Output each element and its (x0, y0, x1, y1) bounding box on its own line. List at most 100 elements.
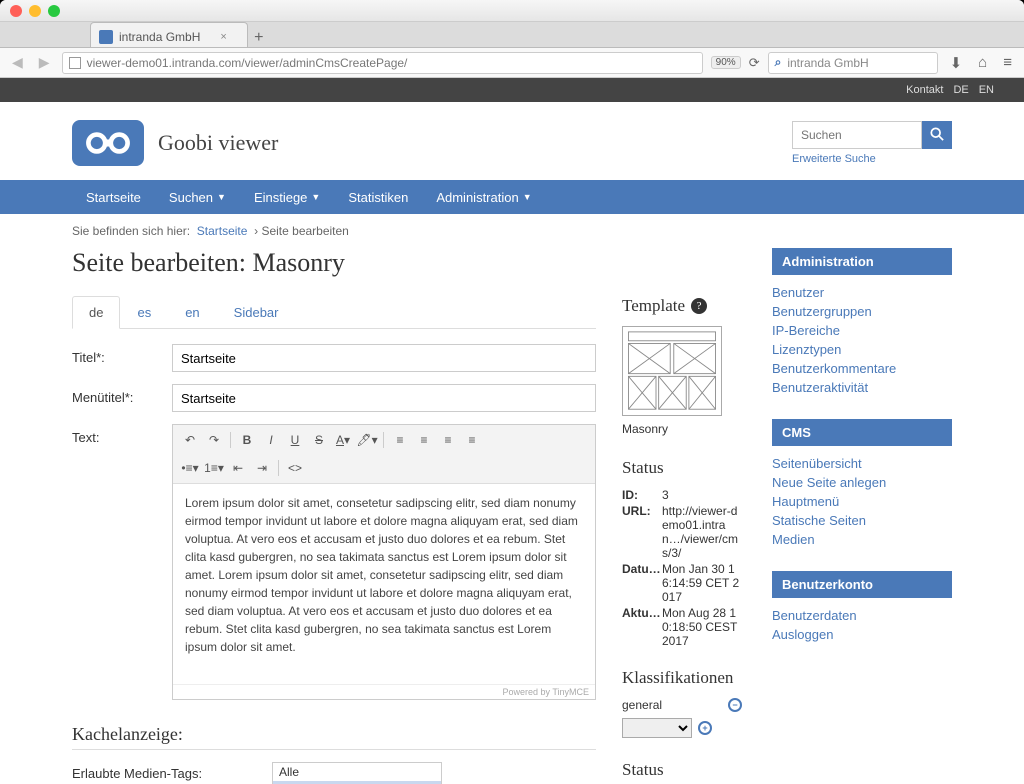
klass-select[interactable] (622, 718, 692, 738)
status-aktu-val: Mon Aug 28 10:18:50 CEST 2017 (662, 606, 742, 648)
source-icon[interactable]: <> (284, 457, 306, 479)
menutitle-input[interactable] (172, 384, 596, 412)
nav-suchen[interactable]: Suchen▼ (155, 180, 240, 214)
sidebar-item-seitenuebersicht[interactable]: Seitenübersicht (772, 456, 862, 471)
page-viewport: Kontakt DE EN Goobi viewer (0, 78, 1024, 784)
underline-icon[interactable]: U (284, 429, 306, 451)
textcolor-icon[interactable]: A▾ (332, 429, 354, 451)
minimize-window-icon[interactable] (29, 5, 41, 17)
tab-de[interactable]: de (72, 296, 120, 329)
menutitle-label: Menütitel*: (72, 384, 172, 405)
align-left-icon[interactable]: ≡ (389, 429, 411, 451)
favicon-icon (99, 30, 113, 44)
status-id-key: ID: (622, 488, 662, 502)
url-field[interactable]: viewer-demo01.intranda.com/viewer/adminC… (62, 52, 703, 74)
tab-en[interactable]: en (168, 296, 216, 328)
logo-icon[interactable] (72, 120, 144, 166)
tab-sidebar[interactable]: Sidebar (217, 296, 296, 328)
title-label: Titel*: (72, 344, 172, 365)
strike-icon[interactable]: S (308, 429, 330, 451)
option-alle[interactable]: Alle (273, 763, 441, 781)
sidebar-item-benutzergruppen[interactable]: Benutzergruppen (772, 304, 872, 319)
close-window-icon[interactable] (10, 5, 22, 17)
sidebar-item-medien[interactable]: Medien (772, 532, 815, 547)
new-tab-button[interactable]: + (248, 29, 270, 47)
brand-name: Goobi viewer (158, 130, 278, 156)
outdent-icon[interactable]: ⇤ (227, 457, 249, 479)
template-thumbnail[interactable] (622, 326, 722, 416)
reload-button[interactable]: ⟳ (749, 55, 760, 71)
number-list-icon[interactable]: 1≡▾ (203, 457, 225, 479)
lang-de[interactable]: DE (953, 84, 968, 96)
bgcolor-icon[interactable]: 🖊▾ (356, 429, 378, 451)
site-search: Erweiterte Suche (792, 121, 952, 165)
template-name: Masonry (622, 422, 742, 436)
search-engine-icon: ⌕ (775, 55, 782, 70)
download-icon[interactable]: ⬇ (946, 54, 967, 72)
text-label: Text: (72, 424, 172, 445)
kachel-heading: Kachelanzeige: (72, 724, 596, 750)
home-icon[interactable]: ⌂ (974, 54, 991, 71)
redo-icon[interactable]: ↷ (203, 429, 225, 451)
close-tab-icon[interactable]: × (220, 31, 226, 43)
menu-icon[interactable]: ≡ (999, 54, 1016, 71)
media-tags-label: Erlaubte Medien-Tags: (72, 762, 252, 781)
url-text: viewer-demo01.intranda.com/viewer/adminC… (87, 56, 408, 70)
sidebar-item-ipbereiche[interactable]: IP-Bereiche (772, 323, 840, 338)
contact-link[interactable]: Kontakt (906, 84, 943, 96)
help-icon[interactable]: ? (691, 298, 707, 314)
sidebar-item-ausloggen[interactable]: Ausloggen (772, 627, 833, 642)
maximize-window-icon[interactable] (48, 5, 60, 17)
remove-klass-button[interactable]: − (728, 698, 742, 712)
sidebox-konto: Benutzerkonto Benutzerdaten Ausloggen (772, 571, 952, 644)
indent-icon[interactable]: ⇥ (251, 457, 273, 479)
nav-einstiege[interactable]: Einstiege▼ (240, 180, 334, 214)
bold-icon[interactable]: B (236, 429, 258, 451)
bullet-list-icon[interactable]: •≡▾ (179, 457, 201, 479)
lang-en[interactable]: EN (979, 84, 994, 96)
breadcrumb: Sie befinden sich hier: Startseite › Sei… (72, 214, 952, 248)
forward-button[interactable]: ▶ (35, 54, 54, 71)
browser-search-field[interactable]: ⌕ intranda GmbH (768, 52, 938, 74)
browser-tab[interactable]: intranda GmbH × (90, 22, 248, 47)
search-button[interactable] (922, 121, 952, 149)
main-column: Seite bearbeiten: Masonry de es en Sideb… (72, 248, 742, 784)
advanced-search-link[interactable]: Erweiterte Suche (792, 153, 876, 165)
italic-icon[interactable]: I (260, 429, 282, 451)
status-aktu-key: Aktu… (622, 606, 662, 648)
media-tags-select[interactable]: Alle index test total tmp (272, 762, 442, 784)
sidebar-item-lizenztypen[interactable]: Lizenztypen (772, 342, 841, 357)
right-sidebar: Administration Benutzer Benutzergruppen … (772, 248, 952, 666)
nav-start[interactable]: Startseite (72, 180, 155, 214)
sidebar-item-benutzerdaten[interactable]: Benutzerdaten (772, 608, 857, 623)
nav-admin[interactable]: Administration▼ (422, 180, 545, 214)
status-id-val: 3 (662, 488, 669, 502)
sidebar-item-statische[interactable]: Statische Seiten (772, 513, 866, 528)
editor-toolbar: ↶ ↷ B I U S A▾ 🖊▾ (173, 425, 595, 484)
search-input[interactable] (792, 121, 922, 149)
breadcrumb-home[interactable]: Startseite (197, 224, 248, 238)
sidebar-item-neue-seite[interactable]: Neue Seite anlegen (772, 475, 886, 490)
tab-es[interactable]: es (120, 296, 168, 328)
site-header: Goobi viewer Erweiterte Suche (72, 102, 952, 180)
editor-body[interactable]: Lorem ipsum dolor sit amet, consetetur s… (173, 484, 595, 684)
align-justify-icon[interactable]: ≡ (461, 429, 483, 451)
align-center-icon[interactable]: ≡ (413, 429, 435, 451)
sidebar-item-benutzer[interactable]: Benutzer (772, 285, 824, 300)
sidebar-item-aktivitaet[interactable]: Benutzeraktivität (772, 380, 868, 395)
window-titlebar (0, 0, 1024, 22)
back-button[interactable]: ◀ (8, 54, 27, 71)
richtext-editor: ↶ ↷ B I U S A▾ 🖊▾ (172, 424, 596, 700)
zoom-level[interactable]: 90% (711, 56, 741, 69)
add-klass-button[interactable]: + (698, 721, 712, 735)
sidebar-item-hauptmenue[interactable]: Hauptmenü (772, 494, 839, 509)
sidebox-admin: Administration Benutzer Benutzergruppen … (772, 248, 952, 397)
undo-icon[interactable]: ↶ (179, 429, 201, 451)
align-right-icon[interactable]: ≡ (437, 429, 459, 451)
browser-tab-bar: intranda GmbH × + (0, 22, 1024, 48)
sidebar-item-kommentare[interactable]: Benutzerkommentare (772, 361, 896, 376)
title-input[interactable] (172, 344, 596, 372)
page-icon (69, 57, 81, 69)
status-url-key: URL: (622, 504, 662, 560)
nav-statistiken[interactable]: Statistiken (334, 180, 422, 214)
